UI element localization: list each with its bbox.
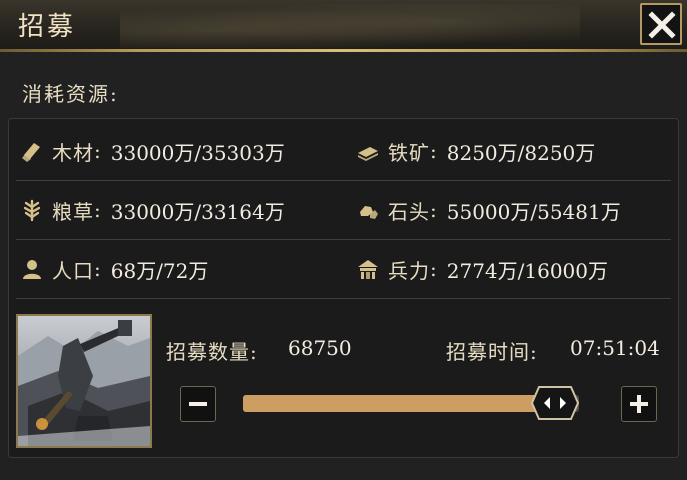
resource-value: 55000万/55481万 xyxy=(446,199,621,224)
resource-colon: : xyxy=(430,257,437,281)
decrease-button[interactable] xyxy=(180,386,216,422)
row-divider xyxy=(16,298,671,299)
resource-name: 铁矿 xyxy=(388,140,430,165)
iron-ore-icon xyxy=(358,147,378,161)
resource-value: 33000万/35303万 xyxy=(110,140,285,165)
resource-name: 木材 xyxy=(52,140,94,165)
minus-icon xyxy=(189,402,207,406)
increase-button[interactable] xyxy=(621,386,657,422)
resource-troops: 兵力 : 2774万/16000万 xyxy=(356,249,608,289)
recruit-count-value: 68750 xyxy=(288,336,352,360)
resource-name: 石头 xyxy=(388,199,430,224)
population-icon xyxy=(23,260,41,279)
resource-value: 2774万/16000万 xyxy=(446,258,609,283)
troops-icon xyxy=(358,260,378,279)
recruit-time-label: 招募时间: xyxy=(446,340,538,364)
consume-resources-label: 消耗资源: xyxy=(22,82,119,106)
row-divider xyxy=(16,239,671,240)
stone-icon xyxy=(360,206,378,219)
resource-value: 68万/72万 xyxy=(110,258,209,283)
slider-handle-icon xyxy=(530,386,580,420)
resource-wood: 木材 : 33000万/35303万 xyxy=(20,131,285,171)
resource-name: 兵力 xyxy=(388,258,430,283)
resource-stone: 石头 : 55000万/55481万 xyxy=(356,190,621,230)
close-button[interactable] xyxy=(640,3,682,45)
resource-name: 人口 xyxy=(52,258,94,283)
grain-icon xyxy=(23,199,41,222)
recruit-slider[interactable] xyxy=(243,386,580,420)
row-divider xyxy=(16,180,671,181)
resource-population: 人口 : 68万/72万 xyxy=(20,249,208,289)
resource-value: 8250万/8250万 xyxy=(446,140,596,165)
resource-colon: : xyxy=(94,257,101,281)
close-icon xyxy=(648,11,676,39)
header-divider xyxy=(0,49,687,52)
plus-icon xyxy=(630,395,648,413)
slider-fill xyxy=(243,395,555,412)
recruit-dialog: 招募 消耗资源: 木材 : 33000万/35303万 铁矿: 8250万/8… xyxy=(0,0,687,480)
slider-handle[interactable] xyxy=(530,385,580,421)
wood-icon xyxy=(22,143,40,162)
dialog-title: 招募 xyxy=(18,12,77,42)
dialog-header: 招募 xyxy=(0,0,687,52)
resource-value: 33000万/33164万 xyxy=(110,199,285,224)
unit-portrait xyxy=(16,314,152,448)
recruit-count-label: 招募数量: xyxy=(166,340,258,364)
resource-colon: : xyxy=(430,139,437,163)
resource-colon: : xyxy=(94,139,101,163)
resource-iron-ore: 铁矿 : 8250万/8250万 xyxy=(356,131,595,171)
resource-name: 粮草 xyxy=(52,199,94,224)
resource-grain: 粮草 : 33000万/33164万 xyxy=(20,190,285,230)
resource-colon: : xyxy=(430,198,437,222)
recruit-time-value: 07:51:04 xyxy=(570,336,660,360)
resource-colon: : xyxy=(94,198,101,222)
siege-weapon-image xyxy=(18,316,150,446)
